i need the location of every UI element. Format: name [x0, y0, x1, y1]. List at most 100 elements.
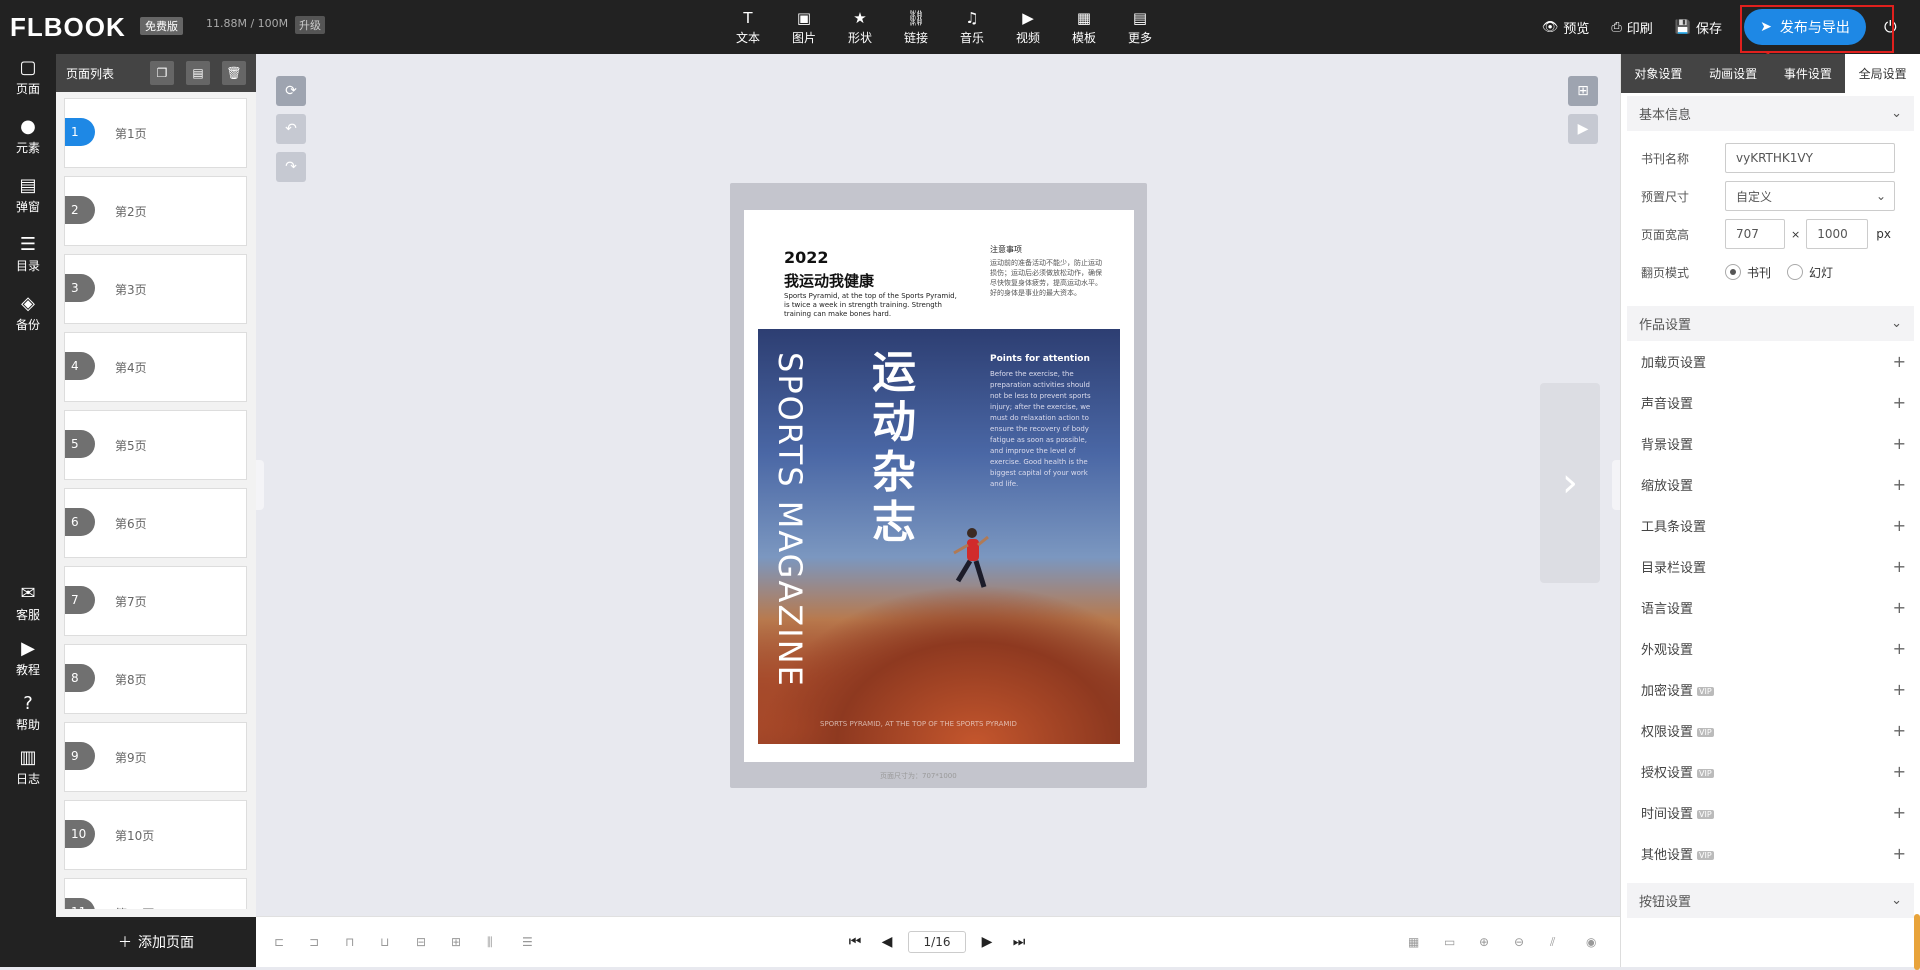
- nav-popup[interactable]: ▤ 弹窗: [0, 176, 56, 215]
- tab-settings-3[interactable]: 全局设置: [1845, 54, 1920, 93]
- page-thumbnail[interactable]: 8 第8页: [64, 644, 247, 714]
- magazine-year[interactable]: 2022: [784, 248, 829, 267]
- page-thumbnail[interactable]: 7 第7页: [64, 566, 247, 636]
- magazine-intro[interactable]: Sports Pyramid, at the top of the Sports…: [784, 292, 964, 319]
- align-top-icon[interactable]: ⊓: [345, 935, 354, 949]
- power-icon[interactable]: ⏻: [1884, 17, 1910, 37]
- preview-button[interactable]: 👁 预览: [1542, 18, 1590, 37]
- setting-row[interactable]: 时间设置 VIP +: [1621, 792, 1920, 833]
- nav-tutorial[interactable]: ▶ 教程: [0, 639, 56, 678]
- page-number-input[interactable]: 1/16: [908, 931, 966, 953]
- next-page-arrow[interactable]: ›: [1540, 383, 1600, 583]
- page-thumbnail[interactable]: 10 第10页: [64, 800, 247, 870]
- setting-row[interactable]: 授权设置 VIP +: [1621, 751, 1920, 792]
- vertical-title-en[interactable]: SPORTS MAGAZINE: [771, 352, 809, 688]
- collapse-right-handle[interactable]: [1612, 460, 1620, 510]
- distribute-h-icon[interactable]: ⫼: [487, 935, 493, 950]
- page-thumbnail[interactable]: 3 第3页: [64, 254, 247, 324]
- page-thumbnail[interactable]: 11 第11页: [64, 878, 247, 909]
- next-page-icon[interactable]: ▶: [976, 934, 998, 950]
- flip-slide-radio[interactable]: 幻灯: [1787, 264, 1833, 281]
- tool-video[interactable]: ▶ 视频: [1000, 0, 1056, 54]
- tool-template[interactable]: ▦ 模板: [1056, 0, 1112, 54]
- tab-settings-2[interactable]: 事件设置: [1771, 54, 1846, 93]
- setting-row[interactable]: 权限设置 VIP +: [1621, 710, 1920, 751]
- setting-row[interactable]: 其他设置 VIP +: [1621, 833, 1920, 874]
- preset-size-select[interactable]: 自定义 ⌄: [1725, 181, 1895, 211]
- tool-link[interactable]: ⛓ 链接: [888, 0, 944, 54]
- panel-scrollbar[interactable]: [1914, 914, 1920, 970]
- book-name-input[interactable]: vyKRTHK1VY: [1725, 143, 1895, 173]
- page-thumbnail[interactable]: 4 第4页: [64, 332, 247, 402]
- tool-image[interactable]: ▣ 图片: [776, 0, 832, 54]
- zoom-in-icon[interactable]: ⊕: [1479, 935, 1489, 949]
- setting-row[interactable]: 加载页设置 +: [1621, 341, 1920, 382]
- tool-music[interactable]: ♫ 音乐: [944, 0, 1000, 54]
- setting-row[interactable]: 语言设置 +: [1621, 587, 1920, 628]
- magazine-title-cn[interactable]: 我运动我健康: [784, 270, 874, 291]
- page-thumbnail[interactable]: 5 第5页: [64, 410, 247, 480]
- delete-page-icon[interactable]: 🗑: [222, 61, 246, 85]
- tool-text[interactable]: T 文本: [720, 0, 776, 54]
- align-bottom-icon[interactable]: ⊔: [380, 935, 389, 949]
- layout-icon[interactable]: ▦: [1408, 935, 1419, 949]
- nav-page[interactable]: ▢ 页面: [0, 58, 56, 97]
- setting-row[interactable]: 外观设置 +: [1621, 628, 1920, 669]
- setting-row[interactable]: 目录栏设置 +: [1621, 546, 1920, 587]
- align-left-icon[interactable]: ⊏: [274, 935, 284, 949]
- tool-shape[interactable]: ★ 形状: [832, 0, 888, 54]
- page-thumbnail[interactable]: 1 第1页: [64, 98, 247, 168]
- add-page-icon[interactable]: ⊞: [1568, 76, 1598, 106]
- setting-row[interactable]: 缩放设置 +: [1621, 464, 1920, 505]
- vertical-title-cn[interactable]: 运动杂志: [872, 348, 916, 548]
- flip-book-radio[interactable]: 书刊: [1725, 264, 1771, 281]
- tab-settings-1[interactable]: 动画设置: [1696, 54, 1771, 93]
- fit-icon[interactable]: ▭: [1444, 935, 1455, 949]
- ruler-icon[interactable]: ⫽: [1550, 935, 1555, 950]
- duplicate-page-icon[interactable]: ▤: [186, 61, 210, 85]
- nav-toc[interactable]: ☰ 目录: [0, 235, 56, 274]
- setting-row[interactable]: 声音设置 +: [1621, 382, 1920, 423]
- attention-body[interactable]: Before the exercise, the preparation act…: [990, 369, 1102, 490]
- nav-element[interactable]: ● 元素: [0, 117, 56, 156]
- history-icon[interactable]: ⟳: [276, 76, 306, 106]
- attention-title[interactable]: Points for attention: [990, 354, 1090, 364]
- zoom-out-icon[interactable]: ⊖: [1514, 935, 1524, 949]
- align-middle-icon[interactable]: ⊞: [451, 935, 461, 949]
- button-settings-section[interactable]: 按钮设置 ⌄: [1627, 883, 1914, 918]
- nav-log[interactable]: ▥ 日志: [0, 748, 56, 787]
- note-body[interactable]: 运动前的准备活动不能少，防止运动损伤；运动后必须做放松动作，确保尽快恢复身体疲劳…: [990, 258, 1102, 298]
- page-height-input[interactable]: 1000: [1806, 219, 1869, 249]
- note-title[interactable]: 注意事项: [990, 244, 1022, 255]
- add-page-button[interactable]: ＋添加页面: [56, 917, 256, 967]
- page-thumbnail[interactable]: 2 第2页: [64, 176, 247, 246]
- nav-support[interactable]: ✉ 客服: [0, 584, 56, 623]
- tool-more[interactable]: ▤ 更多: [1112, 0, 1168, 54]
- align-right-icon[interactable]: ⊐: [309, 935, 319, 949]
- basic-info-section[interactable]: 基本信息 ⌄: [1627, 96, 1914, 131]
- collapse-left-handle[interactable]: [256, 460, 264, 510]
- align-center-icon[interactable]: ⊟: [416, 935, 426, 949]
- page-width-input[interactable]: 707: [1725, 219, 1785, 249]
- page-thumbnail[interactable]: 6 第6页: [64, 488, 247, 558]
- first-page-icon[interactable]: ⏮: [844, 934, 866, 950]
- publish-export-button[interactable]: ➤ 发布与导出: [1744, 9, 1866, 45]
- setting-row[interactable]: 背景设置 +: [1621, 423, 1920, 464]
- distribute-v-icon[interactable]: ☰: [522, 935, 533, 949]
- tab-settings-0[interactable]: 对象设置: [1621, 54, 1696, 93]
- settings-dot-icon[interactable]: ◉: [1586, 935, 1596, 949]
- play-icon[interactable]: ▶: [1568, 114, 1598, 144]
- print-button[interactable]: ⎙ 印刷: [1611, 18, 1652, 37]
- save-button[interactable]: 💾 保存: [1675, 18, 1722, 37]
- work-settings-section[interactable]: 作品设置 ⌄: [1627, 306, 1914, 341]
- upgrade-button[interactable]: 升级: [295, 16, 325, 34]
- setting-row[interactable]: 工具条设置 +: [1621, 505, 1920, 546]
- prev-page-icon[interactable]: ◀: [876, 934, 898, 950]
- redo-icon[interactable]: ↷: [276, 152, 306, 182]
- page-thumbnail[interactable]: 9 第9页: [64, 722, 247, 792]
- nav-backup[interactable]: ◈ 备份: [0, 294, 56, 333]
- undo-icon[interactable]: ↶: [276, 114, 306, 144]
- setting-row[interactable]: 加密设置 VIP +: [1621, 669, 1920, 710]
- last-page-icon[interactable]: ⏭: [1008, 934, 1030, 950]
- nav-help[interactable]: ? 帮助: [0, 694, 56, 733]
